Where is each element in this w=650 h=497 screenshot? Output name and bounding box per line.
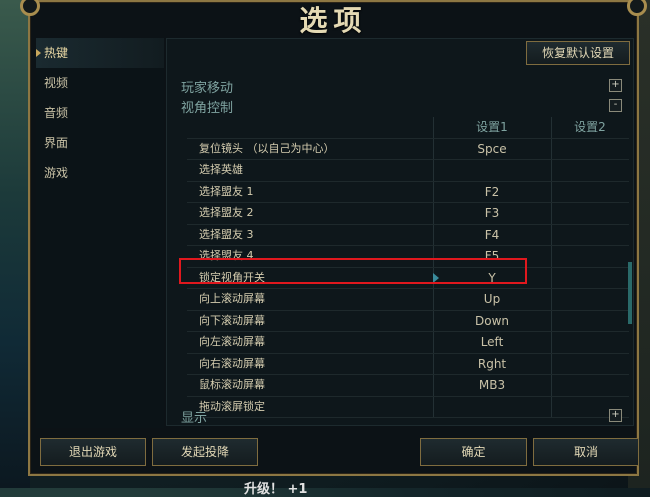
- options-dialog: 选项 热键 视频 音频 界面 游戏 恢复默认设置 玩家移动 + 视角控制 - 设…: [20, 0, 647, 476]
- section-camera[interactable]: 视角控制: [181, 97, 233, 116]
- action-label: 选择盟友 3: [199, 227, 254, 241]
- exit-game-button[interactable]: 退出游戏: [40, 438, 146, 466]
- hotkey-cell-1[interactable]: F2: [433, 182, 551, 202]
- action-label: 鼠标滚动屏幕: [199, 378, 265, 391]
- expand-icon[interactable]: +: [609, 409, 622, 422]
- action-label: 选择英雄: [199, 163, 243, 176]
- table-row: 向下滚动屏幕 Down: [187, 310, 629, 332]
- hotkey-cell-1[interactable]: Left: [433, 332, 551, 352]
- sidebar-item-audio[interactable]: 音频: [36, 98, 164, 128]
- action-label: 向下滚动屏幕: [199, 313, 265, 327]
- restore-defaults-button[interactable]: 恢复默认设置: [526, 41, 630, 65]
- game-background-left: [0, 0, 30, 488]
- highlight-annotation-box: [179, 258, 527, 284]
- table-row: 拖动滚屏锁定: [187, 396, 629, 418]
- action-label: 向上滚动屏幕: [199, 292, 265, 305]
- action-label: 向左滚动屏幕: [199, 335, 265, 348]
- hotkey-cell-1[interactable]: Spce: [433, 139, 551, 159]
- scrollbar[interactable]: [628, 262, 632, 324]
- surrender-button[interactable]: 发起投降: [152, 438, 258, 466]
- table-row: 选择盟友 3 F4: [187, 224, 629, 246]
- section-display[interactable]: 显示: [181, 407, 207, 426]
- expand-icon[interactable]: +: [609, 79, 622, 92]
- hotkey-cell-1[interactable]: Down: [433, 311, 551, 331]
- cancel-button[interactable]: 取消: [533, 438, 639, 466]
- table-row: 选择盟友 2 F3: [187, 203, 629, 225]
- hotkey-cell-1[interactable]: Up: [433, 289, 551, 309]
- table-row: 复位镜头 （以自己为中心） Spce: [187, 138, 629, 160]
- table-row: 选择盟友 1 F2: [187, 181, 629, 203]
- dialog-title: 选项: [299, 4, 368, 37]
- sidebar-item-game[interactable]: 游戏: [36, 158, 164, 188]
- table-row: 向左滚动屏幕 Left: [187, 332, 629, 354]
- sidebar-item-interface[interactable]: 界面: [36, 128, 164, 158]
- action-label: 拖动滚屏锁定: [199, 399, 265, 413]
- hotkey-cell-1[interactable]: F4: [433, 225, 551, 245]
- options-sidebar: 热键 视频 音频 界面 游戏: [36, 38, 164, 428]
- action-label: 向右滚动屏幕: [199, 356, 265, 370]
- section-player-move[interactable]: 玩家移动: [181, 77, 233, 96]
- collapse-icon[interactable]: -: [609, 99, 622, 112]
- hotkey-cell-1[interactable]: F3: [433, 203, 551, 223]
- table-row: 选择英雄: [187, 160, 629, 182]
- action-label: 复位镜头 （以自己为中心）: [199, 141, 335, 155]
- hotkey-cell-1[interactable]: MB3: [433, 375, 551, 395]
- table-header: 设置1 设置2: [187, 117, 629, 139]
- action-label: 选择盟友 2: [199, 206, 254, 219]
- hotkey-panel: 恢复默认设置 玩家移动 + 视角控制 - 设置1 设置2 复位镜头 （以自己为中…: [166, 38, 634, 426]
- sidebar-item-video[interactable]: 视频: [36, 68, 164, 98]
- ok-button[interactable]: 确定: [420, 438, 527, 466]
- table-row: 向右滚动屏幕 Rght: [187, 353, 629, 375]
- header-setting-1: 设置1: [476, 120, 508, 134]
- action-label: 选择盟友 1: [199, 184, 254, 198]
- hotkey-cell-1[interactable]: Rght: [433, 354, 551, 374]
- table-row: 向上滚动屏幕 Up: [187, 289, 629, 311]
- header-setting-2: 设置2: [574, 120, 606, 134]
- sidebar-item-hotkeys[interactable]: 热键: [36, 38, 164, 68]
- table-row: 鼠标滚动屏幕 MB3: [187, 375, 629, 397]
